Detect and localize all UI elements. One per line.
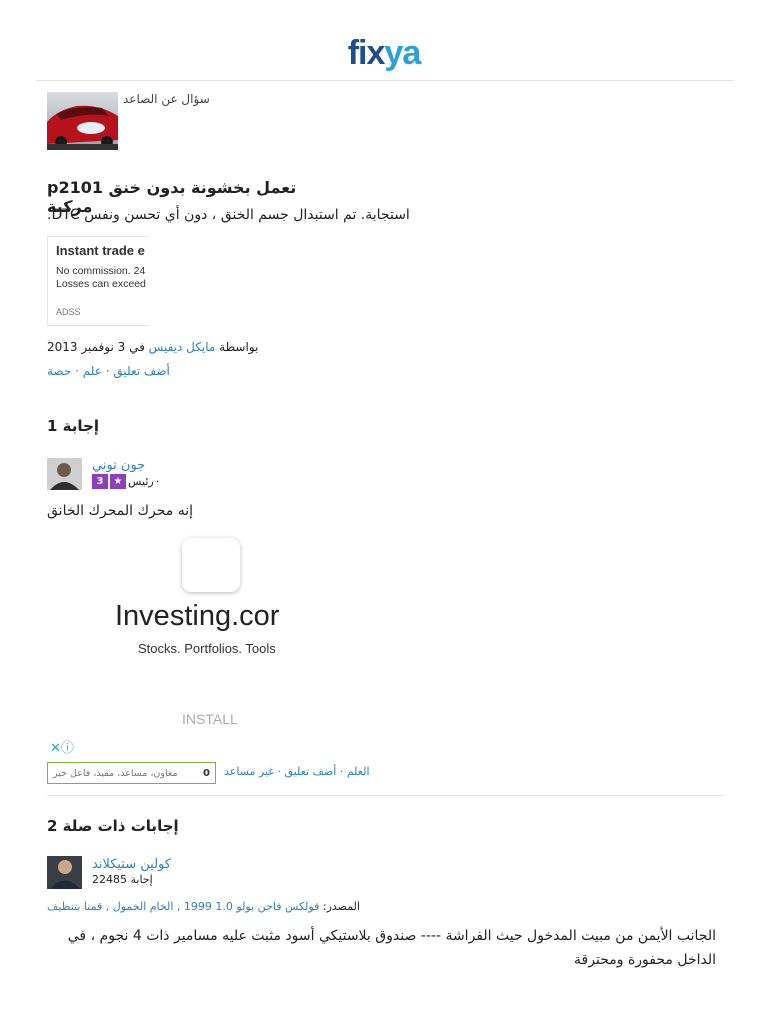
add-comment-link[interactable]: أضف تعليق — [113, 364, 170, 378]
related-answer-text: الجانب الأيمن من مبيت المدخول حيث الفراش… — [67, 928, 716, 968]
install-button[interactable]: INSTALL — [182, 711, 238, 727]
separator: · — [277, 765, 282, 778]
answer-actions: العلم · أضف تعليق · غير مساعد — [224, 765, 370, 778]
separator: · — [75, 364, 79, 378]
investing-app-name[interactable]: Investing.cor — [115, 600, 295, 633]
question-car-thumbnail — [47, 92, 118, 150]
separator: · — [155, 475, 160, 488]
question-author-link[interactable]: مايكل ديفيس — [149, 340, 216, 354]
header-divider — [36, 80, 734, 81]
helpful-vote-box[interactable]: معاون، مساعد، مفيد، فاعل خير 0 — [47, 762, 216, 784]
fixya-logo[interactable]: fixya — [0, 34, 768, 73]
ad-close-info-icon[interactable]: ✕ⓘ — [50, 737, 74, 756]
related-answer-count: إجابة 22485 — [92, 873, 153, 886]
question-category: سؤال عن الصاعد — [123, 92, 210, 106]
logo-ya: ya — [384, 34, 421, 72]
star-icon: ★ — [110, 474, 126, 489]
trade-ad-title: Instant trade e — [56, 243, 145, 258]
separator: · — [105, 364, 110, 378]
related-answerer-name-link[interactable]: كولين ستيكلاند — [92, 857, 171, 872]
investing-app-icon[interactable] — [182, 538, 240, 592]
level-badge: 3 — [92, 474, 108, 489]
related-answers-heading: إجابات ذات صلة 2 — [47, 817, 179, 835]
question-date: في 3 نوفمبر 2013 — [47, 340, 145, 354]
flag-answer-link[interactable]: العلم — [347, 765, 370, 778]
not-helpful-link[interactable]: غير مساعد — [224, 765, 274, 778]
question-actions: أضف تعليق · علم · حصة — [47, 364, 170, 378]
related-source: المصدر: فولكس فاجن بولو 1.0 1999 , الخام… — [47, 900, 360, 913]
answerer-role-row: 3 ★ رئيس · — [92, 474, 159, 489]
flag-link[interactable]: علم — [83, 364, 102, 378]
trade-ad-text: No commission. 24 Losses can exceed — [56, 265, 146, 291]
add-comment-answer-link[interactable]: أضف تعليق — [285, 765, 337, 778]
trade-ad-brand: ADSS — [56, 307, 81, 317]
source-link[interactable]: فولكس فاجن بولو 1.0 1999 , الخام الخمول … — [47, 900, 319, 913]
section-divider — [47, 795, 723, 796]
by-label: بواسطة — [219, 340, 259, 354]
answers-heading: إجابة 1 — [47, 417, 99, 435]
answerer-role: رئيس — [128, 475, 154, 488]
vote-count: 0 — [203, 767, 210, 779]
question-meta: بواسطة مايكل ديفيس في 3 نوفمبر 2013 — [47, 340, 258, 354]
answer-text: إنه محرك المحرك الخانق — [47, 503, 194, 519]
answerer-name-link[interactable]: جون توني — [92, 458, 145, 473]
share-link[interactable]: حصة — [47, 364, 71, 378]
answerer-avatar[interactable] — [47, 458, 82, 490]
logo-fix: fix — [347, 34, 386, 72]
trade-ad-card[interactable]: Instant trade e No commission. 24 Losses… — [47, 236, 148, 326]
question-body: استجابة. تم استبدال جسم الخنق ، دون أي ت… — [47, 207, 410, 223]
separator: · — [339, 765, 344, 778]
source-label: المصدر: — [322, 900, 360, 913]
vote-options: معاون، مساعد، مفيد، فاعل خير — [53, 767, 178, 779]
investing-tagline: Stocks. Portfolios. Tools — [138, 641, 276, 656]
trade-ad-line2: Losses can exceed — [56, 278, 146, 290]
related-answerer-avatar[interactable] — [47, 856, 82, 889]
trade-ad-line1: No commission. 24 — [56, 265, 146, 277]
